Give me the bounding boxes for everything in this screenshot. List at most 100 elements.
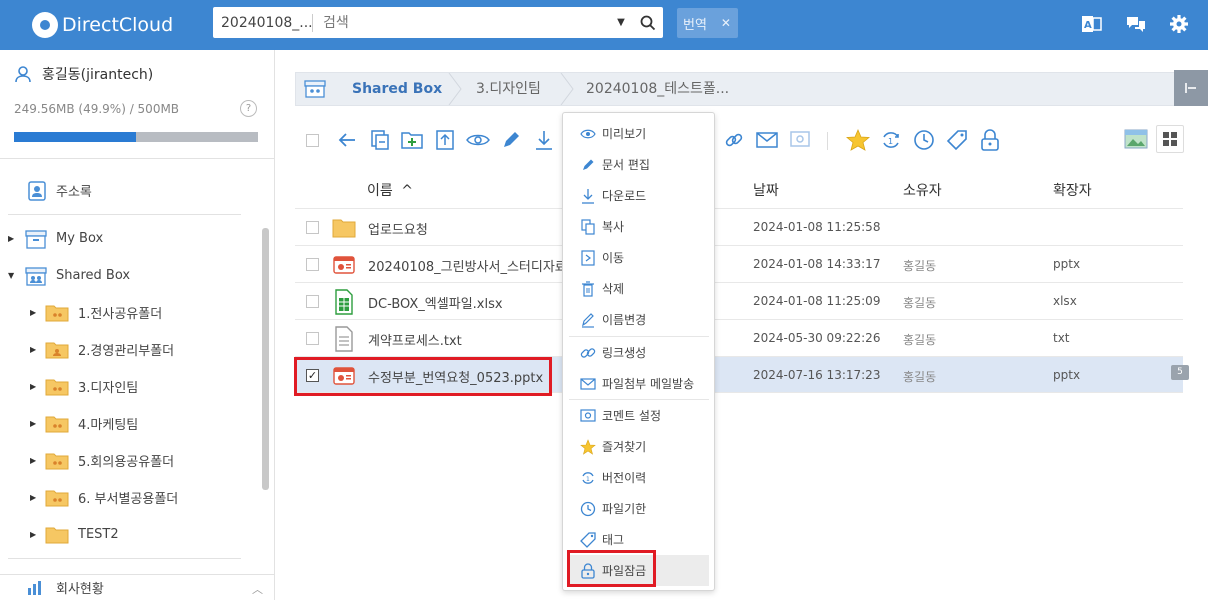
sidebar-item-company-status[interactable]: 회사현황 ︿ — [0, 574, 275, 600]
sidebar-item-label: 회사현황 — [56, 582, 104, 597]
expand-arrow-icon[interactable]: ▶ — [30, 308, 40, 317]
sort-ascending-icon[interactable]: ^ — [401, 183, 413, 199]
thumbnail-view-icon[interactable] — [1122, 125, 1150, 153]
expand-arrow-icon[interactable]: ▶ — [30, 382, 40, 391]
toolbar-divider — [827, 132, 828, 150]
sidebar-scrollbar[interactable] — [262, 228, 269, 490]
collapse-arrow-icon[interactable]: ▼ — [8, 271, 18, 280]
menu-item-download[interactable]: 다운로드 — [569, 180, 709, 211]
menu-item-preview[interactable]: 미리보기 — [569, 118, 709, 149]
file-name[interactable]: 20240108_그린방사서_스터디자료 — [368, 256, 563, 275]
row-checkbox[interactable] — [306, 258, 319, 271]
sidebar-item-my-box[interactable]: ▶ My Box — [8, 220, 103, 257]
star-icon — [579, 438, 597, 456]
menu-item-favorite[interactable]: 즐겨찾기 — [569, 431, 709, 462]
help-icon[interactable]: ? — [240, 100, 257, 117]
expand-arrow-icon[interactable]: ▶ — [30, 530, 40, 539]
upload-icon[interactable] — [432, 126, 458, 154]
column-header-owner[interactable]: 소유자 — [903, 180, 942, 200]
file-name[interactable]: 계약프로세스.txt — [368, 330, 563, 349]
sidebar-folder-item[interactable]: ▶ 3.디자인팀 — [30, 368, 138, 405]
collapse-icon — [1185, 83, 1196, 93]
menu-item-edit-document[interactable]: 문서 편집 — [569, 149, 709, 180]
file-date: 2024-01-08 14:33:17 — [753, 257, 881, 271]
menu-item-file-expiry[interactable]: 파일기한 — [569, 493, 709, 524]
box-icon — [25, 229, 47, 249]
menu-item-rename[interactable]: 이름변경 — [569, 304, 709, 335]
edit-pencil-icon[interactable] — [498, 126, 524, 154]
expand-arrow-icon[interactable]: ▶ — [30, 493, 40, 502]
translate-icon[interactable]: A — [1080, 12, 1104, 36]
menu-item-label: 문서 편집 — [602, 158, 650, 172]
sidebar-folder-item[interactable]: ▶ 2.경영관리부폴더 — [30, 331, 174, 368]
expand-arrow-icon[interactable]: ▶ — [30, 456, 40, 465]
grid-view-icon[interactable] — [1156, 125, 1184, 153]
sidebar-folder-item[interactable]: ▶ 4.마케팅팀 — [30, 405, 138, 442]
download-icon[interactable] — [531, 126, 557, 154]
sidebar-item-label: My Box — [56, 231, 104, 246]
file-row[interactable]: 20240108_그린방사서_스터디자료 2024-01-08 14:33:17… — [295, 245, 1183, 282]
collapse-panel-button[interactable] — [1174, 70, 1208, 106]
new-document-icon[interactable] — [367, 126, 393, 154]
column-header-date[interactable]: 날짜 — [753, 180, 779, 200]
file-row[interactable]: DC-BOX_엑셀파일.xlsx 2024-01-08 11:25:09 홍길동… — [295, 282, 1183, 319]
menu-item-send-email[interactable]: 파일첨부 메일발송 — [569, 368, 709, 399]
row-checkbox[interactable] — [306, 332, 319, 345]
row-checkbox[interactable] — [306, 295, 319, 308]
menu-item-label: 이름변경 — [602, 313, 647, 327]
sidebar-folder-item[interactable]: ▶ TEST2 — [30, 516, 119, 553]
row-checkbox[interactable] — [306, 221, 319, 234]
chat-icon[interactable] — [1124, 12, 1148, 36]
expand-arrow-icon[interactable]: ▶ — [30, 345, 40, 354]
clock-icon[interactable] — [911, 126, 937, 154]
search-dropdown-icon[interactable]: ▼ — [609, 17, 633, 28]
menu-item-move[interactable]: 이동 — [569, 242, 709, 273]
menu-item-create-link[interactable]: 링크생성 — [569, 337, 709, 368]
select-all-checkbox[interactable] — [299, 126, 325, 154]
menu-item-version-history[interactable]: 1 버전이력 — [569, 462, 709, 493]
menu-item-label: 링크생성 — [602, 346, 647, 360]
comment-settings-icon[interactable] — [787, 126, 813, 154]
file-name[interactable]: 업로드요청 — [368, 219, 563, 238]
breadcrumb-item[interactable]: 20240108_테스트폴... — [586, 73, 729, 105]
link-icon[interactable] — [721, 126, 747, 154]
chevron-up-icon[interactable]: ︿ — [252, 581, 263, 597]
sidebar-folder-item[interactable]: ▶ 1.전사공유폴더 — [30, 294, 162, 331]
favorite-star-icon[interactable] — [845, 126, 871, 154]
back-arrow-icon[interactable] — [334, 126, 360, 154]
comment-count-badge[interactable]: 5 — [1171, 365, 1189, 380]
lock-icon[interactable] — [977, 126, 1003, 154]
expand-arrow-icon[interactable]: ▶ — [30, 419, 40, 428]
column-header-name[interactable]: 이름 ^ — [367, 180, 413, 200]
clock-icon — [579, 500, 597, 518]
file-row[interactable]: 계약프로세스.txt 2024-05-30 09:22:26 홍길동 txt — [295, 319, 1183, 356]
sidebar-item-shared-box[interactable]: ▼ Shared Box — [8, 257, 130, 294]
file-name[interactable]: DC-BOX_엑셀파일.xlsx — [368, 293, 563, 312]
menu-item-label: 즐겨찾기 — [602, 440, 647, 454]
menu-item-copy[interactable]: 복사 — [569, 211, 709, 242]
expand-arrow-icon[interactable]: ▶ — [8, 234, 18, 243]
search-tag-chip[interactable]: 번역 ✕ — [677, 8, 738, 38]
gear-icon[interactable] — [1167, 12, 1191, 36]
search-scope-folder[interactable]: 20240108_... — [213, 13, 313, 32]
search-icon[interactable] — [633, 9, 663, 37]
tag-icon[interactable] — [944, 126, 970, 154]
breadcrumb-item[interactable]: 3.디자인팀 — [476, 73, 541, 105]
mail-icon[interactable] — [754, 126, 780, 154]
search-input[interactable] — [313, 8, 609, 37]
sidebar-folder-item[interactable]: ▶ 5.회의용공유폴더 — [30, 442, 174, 479]
preview-eye-icon[interactable] — [465, 126, 491, 154]
sidebar-folder-item[interactable]: ▶ 6. 부서별공용폴더 — [30, 479, 178, 516]
version-history-icon[interactable]: 1 — [878, 126, 904, 154]
menu-item-delete[interactable]: 삭제 — [569, 273, 709, 304]
close-icon[interactable]: ✕ — [721, 16, 731, 30]
file-row[interactable]: 업로드요청 2024-01-08 11:25:58 — [295, 208, 1183, 245]
column-header-extension[interactable]: 확장자 — [1053, 180, 1092, 200]
sidebar-folder-label: 1.전사공유폴더 — [78, 307, 163, 322]
menu-item-comment-settings[interactable]: 코멘트 설정 — [569, 400, 709, 431]
app-logo[interactable]: DirectCloud — [32, 12, 173, 38]
sidebar-item-address-book[interactable]: 주소록 — [26, 172, 92, 209]
breadcrumb-root[interactable]: Shared Box — [352, 73, 442, 105]
new-folder-icon[interactable] — [399, 126, 425, 154]
user-profile[interactable]: 홍길동(jirantech) — [14, 64, 153, 84]
